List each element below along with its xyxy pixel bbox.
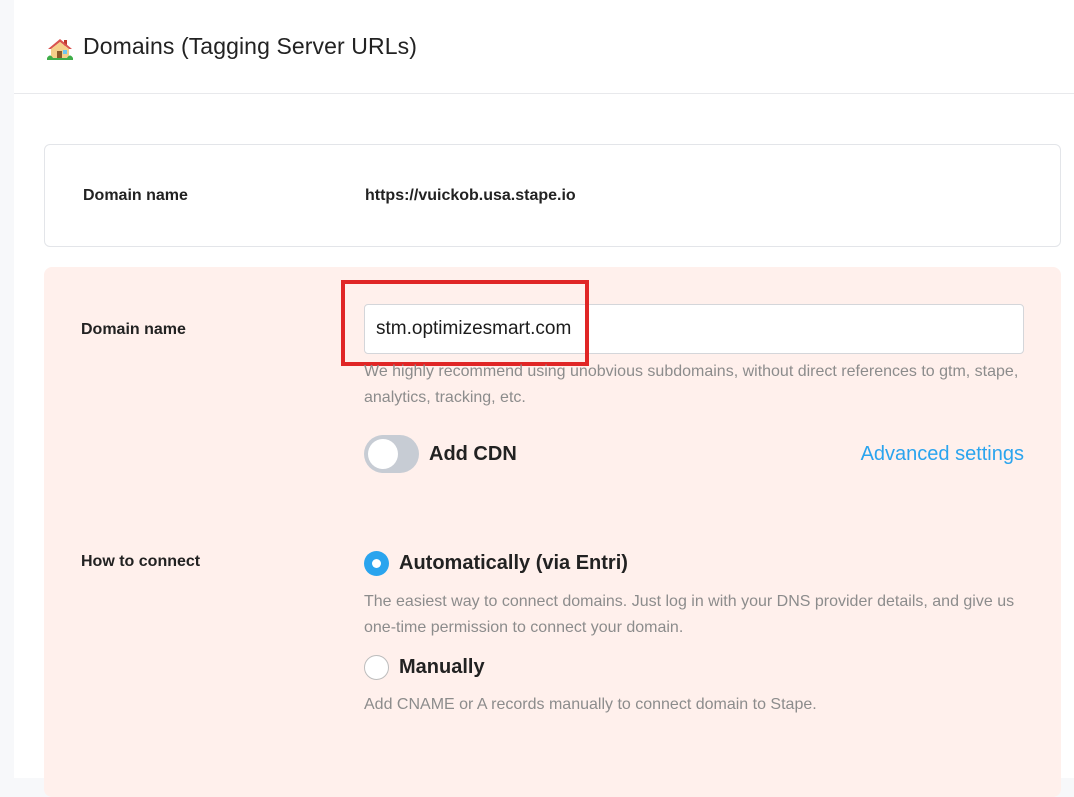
option-manual-label: Manually xyxy=(399,656,485,678)
domain-name-label: Domain name xyxy=(81,321,186,338)
radio-unchecked-icon[interactable] xyxy=(364,655,389,680)
page-title: Domains (Tagging Server URLs) xyxy=(83,33,417,59)
page-header: Domains (Tagging Server URLs) xyxy=(14,0,1074,94)
option-automatic-label: Automatically (via Entri) xyxy=(399,552,628,574)
option-automatic-help: The easiest way to connect domains. Just… xyxy=(364,593,1015,636)
existing-domain-card: Domain name https://vuickob.usa.stape.io xyxy=(44,144,1061,247)
add-cdn-label: Add CDN xyxy=(429,443,517,465)
existing-domain-label: Domain name xyxy=(83,187,188,204)
existing-domain-value: https://vuickob.usa.stape.io xyxy=(365,187,576,204)
how-to-connect-label: How to connect xyxy=(81,553,201,570)
advanced-settings-link[interactable]: Advanced settings xyxy=(861,443,1024,466)
domain-help-text: We highly recommend using unobvious subd… xyxy=(364,363,1019,406)
domain-name-input[interactable] xyxy=(364,304,1024,354)
add-cdn-toggle[interactable] xyxy=(364,435,419,473)
toggle-knob xyxy=(368,439,398,469)
house-icon xyxy=(47,37,73,61)
option-manual-help: Add CNAME or A records manually to conne… xyxy=(364,696,817,713)
radio-checked-icon[interactable] xyxy=(364,551,389,576)
add-domain-form: Domain name We highly recommend using un… xyxy=(44,267,1061,797)
domains-panel: Domains (Tagging Server URLs) Domain nam… xyxy=(14,0,1074,797)
